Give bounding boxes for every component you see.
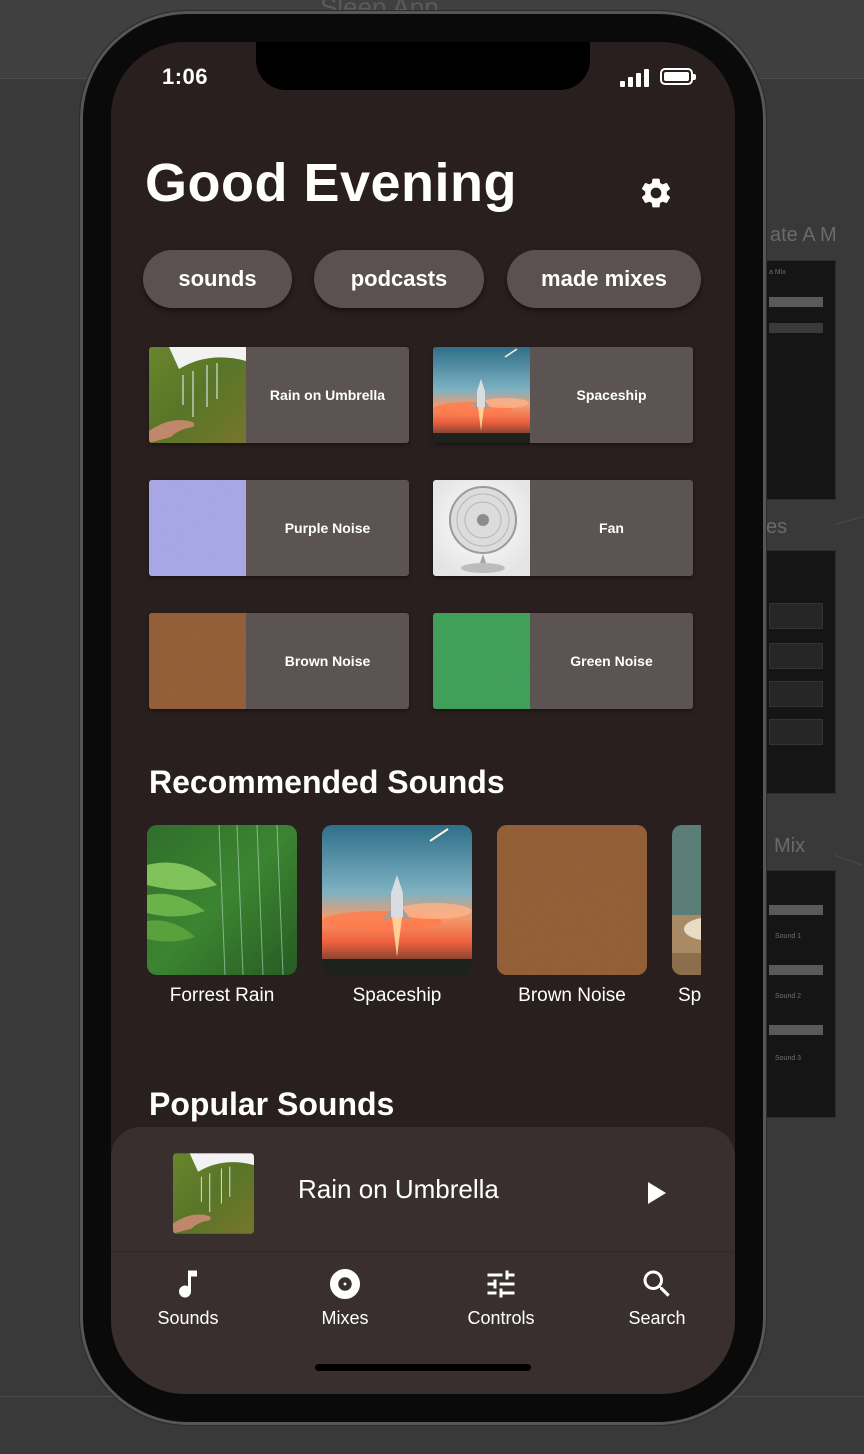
spaceship-thumbnail [322, 825, 472, 975]
popular-title: Popular Sounds [149, 1086, 395, 1122]
recommended-item-partial[interactable]: Sp [672, 825, 701, 1007]
canvas-label: ate A M [770, 224, 837, 246]
chip-sounds[interactable]: sounds [143, 250, 292, 308]
play-icon[interactable] [645, 1179, 669, 1207]
canvas-label: Mix [774, 835, 806, 857]
status-time: 1:06 [162, 64, 209, 89]
home-indicator [315, 1364, 531, 1371]
chip-made-mixes[interactable]: made mixes [507, 250, 701, 308]
sound-card-label: Purple Noise [284, 520, 371, 536]
canvas-frame-text: Sound 1 [775, 933, 802, 940]
canvas-label: es [766, 516, 788, 538]
sound-card-label: Brown Noise [284, 653, 371, 669]
brown-noise-thumbnail [149, 613, 246, 709]
tab-mixes[interactable]: Mixes [280, 1266, 410, 1329]
sound-card-label: Fan [599, 520, 624, 536]
sound-card-label: Green Noise [570, 653, 653, 669]
recommended-item-forrest-rain[interactable]: Forrest Rain [147, 825, 297, 1007]
forest-rain-thumbnail [147, 825, 297, 975]
rain-umbrella-thumbnail [173, 1153, 254, 1234]
tab-label: Search [628, 1308, 686, 1328]
now-playing-title: Rain on Umbrella [298, 1174, 499, 1204]
battery-icon [660, 68, 696, 85]
search-icon [643, 1270, 670, 1297]
spaceship-thumbnail [433, 347, 530, 443]
tune-sliders-icon [487, 1270, 515, 1298]
recommended-item-label: Spaceship [352, 985, 442, 1006]
green-noise-thumbnail [433, 613, 530, 709]
sound-card-fan[interactable]: Fan [433, 480, 693, 576]
disc-icon [330, 1269, 360, 1299]
rain-umbrella-thumbnail [149, 347, 246, 443]
signal-icon [620, 69, 650, 87]
page-title: Good Evening [145, 153, 518, 213]
brown-noise-thumbnail [497, 825, 647, 975]
recommended-carousel[interactable]: Forrest Rain Spaceship Brown Noise Sp [147, 825, 701, 1015]
tab-label: Mixes [321, 1308, 369, 1328]
canvas-frame-text: Sound 3 [775, 1055, 802, 1062]
mini-player[interactable]: Rain on Umbrella [111, 1127, 735, 1251]
tab-sounds[interactable]: Sounds [123, 1266, 253, 1329]
tab-label: Controls [467, 1308, 535, 1328]
recommended-title: Recommended Sounds [149, 764, 505, 800]
recommended-item-label: Forrest Rain [169, 985, 275, 1006]
sound-card-rain-on-umbrella[interactable]: Rain on Umbrella [149, 347, 409, 443]
canvas-frame-text: Sound 2 [775, 993, 802, 1000]
canvas-frame [760, 550, 836, 794]
canvas-frame: a Mix [760, 260, 836, 500]
settings-gear-icon[interactable] [638, 175, 674, 211]
bottom-tab-bar: Sounds Mixes Controls Search [111, 1251, 735, 1394]
recommended-item-label: Sp [678, 985, 701, 1006]
tab-label: Sounds [157, 1308, 219, 1328]
recommended-item-spaceship[interactable]: Spaceship [322, 825, 472, 1007]
tab-controls[interactable]: Controls [436, 1266, 566, 1329]
notch [256, 42, 590, 90]
tab-search[interactable]: Search [592, 1266, 722, 1329]
purple-noise-thumbnail [149, 480, 246, 576]
chip-podcasts[interactable]: podcasts [314, 250, 484, 308]
app-screen: 1:06 Good Evening sounds podcasts made m… [111, 42, 735, 1394]
recommended-item-label: Brown Noise [518, 985, 626, 1006]
music-note-icon [179, 1270, 197, 1298]
sound-card-label: Spaceship [576, 387, 647, 403]
canvas-frame: Sound 1 Sound 2 Sound 3 [760, 870, 836, 1118]
sound-card-brown-noise[interactable]: Brown Noise [149, 613, 409, 709]
fan-thumbnail [433, 480, 530, 576]
sound-card-purple-noise[interactable]: Purple Noise [149, 480, 409, 576]
sound-card-spaceship[interactable]: Spaceship [433, 347, 693, 443]
sound-card-green-noise[interactable]: Green Noise [433, 613, 693, 709]
cabin-thumbnail [672, 825, 701, 975]
canvas-frame-text: a Mix [769, 269, 786, 276]
recommended-item-brown-noise[interactable]: Brown Noise [497, 825, 647, 1007]
sound-card-label: Rain on Umbrella [269, 387, 386, 403]
